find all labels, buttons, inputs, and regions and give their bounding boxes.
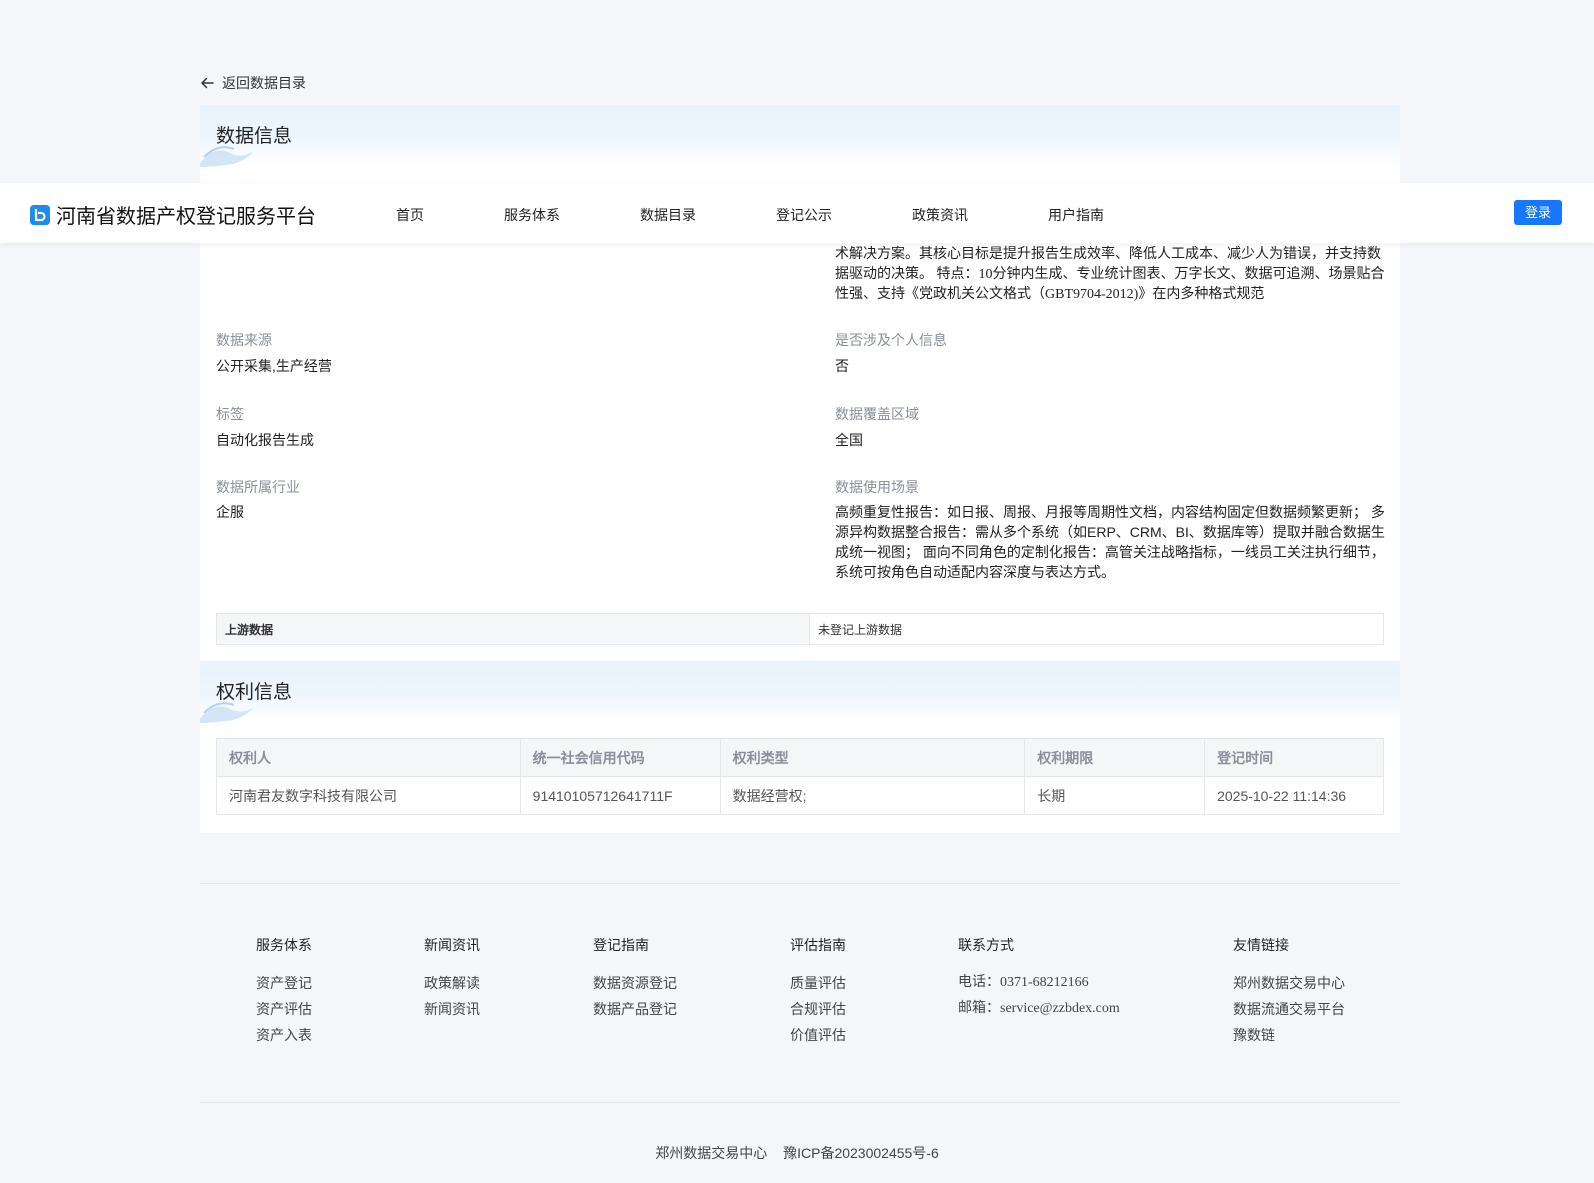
registered-at-cell: 2025-10-22 11:14:36 <box>1204 776 1384 815</box>
footer-heading: 登记指南 <box>593 937 649 953</box>
footer-link[interactable]: 数据流通交易平台 <box>1233 999 1345 1019</box>
logo-icon <box>30 204 50 225</box>
credit-code-cell: 91410105712641711F <box>519 776 721 815</box>
data-info-header: 数据信息 <box>200 105 1400 167</box>
footer-link[interactable]: 数据资源登记 <box>593 973 677 993</box>
contact-email[interactable]: 邮箱：service@zzbdex.com <box>958 999 1120 1019</box>
footer-link[interactable]: 豫数链 <box>1233 1025 1345 1045</box>
holder-cell: 河南君友数字科技有限公司 <box>216 776 521 815</box>
footer-link[interactable]: 资产入表 <box>256 1025 312 1045</box>
column-header-registered-at: 登记时间 <box>1204 738 1384 777</box>
tags-value: 自动化报告生成 <box>216 432 314 448</box>
column-header-right-type: 权利类型 <box>719 738 1026 777</box>
table-row: 河南君友数字科技有限公司 91410105712641711F 数据经营权; 长… <box>216 776 1384 815</box>
personal-info-value: 否 <box>835 358 849 374</box>
footer-heading: 联系方式 <box>958 937 1014 953</box>
footer-link[interactable]: 政策解读 <box>424 973 480 993</box>
footer-link[interactable]: 资产登记 <box>256 973 312 993</box>
source-label: 数据来源 <box>216 332 272 348</box>
nav-registration-notice[interactable]: 登记公示 <box>776 205 832 225</box>
footer-link[interactable]: 资产评估 <box>256 999 312 1019</box>
column-header-credit-code: 统一社会信用代码 <box>519 738 721 777</box>
footer-col-registration-guide: 登记指南 数据资源登记 数据产品登记 <box>593 935 677 1025</box>
nav-services[interactable]: 服务体系 <box>504 205 560 225</box>
footer-heading: 新闻资讯 <box>424 937 480 953</box>
footer-divider-bottom <box>200 1102 1400 1103</box>
top-navbar: 河南省数据产权登记服务平台 首页 服务体系 数据目录 登记公示 政策资讯 用户指… <box>0 183 1594 243</box>
source-value: 公开采集,生产经营 <box>216 358 332 374</box>
coverage-value: 全国 <box>835 432 863 448</box>
footer-link[interactable]: 质量评估 <box>790 973 846 993</box>
description-value: 术解决方案。其核心目标是提升报告生成效率、降低人工成本、减少人为错误，并支持数据… <box>835 247 1385 302</box>
scenario-value: 高频重复性报告：如日报、周报、月报等周期性文档，内容结构固定但数据频繁更新； 多… <box>835 504 1385 580</box>
personal-info-label: 是否涉及个人信息 <box>835 332 947 348</box>
footer-link[interactable]: 新闻资讯 <box>424 999 480 1019</box>
footer-heading: 友情链接 <box>1233 937 1289 953</box>
column-header-term: 权利期限 <box>1024 738 1206 777</box>
footer-divider-top <box>200 883 1400 884</box>
nav-policy-news[interactable]: 政策资讯 <box>912 205 968 225</box>
site-logo[interactable]: 河南省数据产权登记服务平台 <box>30 200 316 229</box>
footer-link[interactable]: 价值评估 <box>790 1025 846 1045</box>
column-header-holder: 权利人 <box>216 738 521 777</box>
nav-data-catalog[interactable]: 数据目录 <box>640 205 696 225</box>
term-cell: 长期 <box>1024 776 1206 815</box>
back-to-catalog-link[interactable]: 返回数据目录 <box>200 73 306 93</box>
nav-home[interactable]: 首页 <box>396 205 424 225</box>
right-type-cell: 数据经营权; <box>719 776 1026 815</box>
footer-link[interactable]: 合规评估 <box>790 999 846 1019</box>
site-title: 河南省数据产权登记服务平台 <box>56 206 316 228</box>
footer-org: 郑州数据交易中心 <box>655 1145 768 1161</box>
nav-user-guide[interactable]: 用户指南 <box>1048 205 1104 225</box>
upstream-value: 未登记上游数据 <box>818 622 903 637</box>
footer-col-evaluation-guide: 评估指南 质量评估 合规评估 价值评估 <box>790 935 846 1051</box>
footer-col-friend-links: 友情链接 郑州数据交易中心 数据流通交易平台 豫数链 <box>1233 935 1345 1051</box>
footer-icp[interactable]: 豫ICP备2023002455号-6 <box>783 1145 939 1161</box>
arrow-left-icon <box>200 76 214 90</box>
contact-phone: 电话：0371-68212166 <box>958 975 1089 990</box>
footer-col-services: 服务体系 资产登记 资产评估 资产入表 <box>256 935 312 1051</box>
rights-info-header: 权利信息 <box>200 661 1400 723</box>
scenario-label: 数据使用场景 <box>835 479 919 495</box>
footer-link[interactable]: 数据产品登记 <box>593 999 677 1019</box>
footer-heading: 评估指南 <box>790 937 846 953</box>
login-button[interactable]: 登录 <box>1514 200 1562 225</box>
industry-label: 数据所属行业 <box>216 479 300 495</box>
footer-col-contact: 联系方式 电话：0371-68212166 邮箱：service@zzbdex.… <box>958 935 1120 1025</box>
footer-heading: 服务体系 <box>256 937 312 953</box>
upstream-data-table: 上游数据 未登记上游数据 <box>216 613 1384 645</box>
coverage-label: 数据覆盖区域 <box>835 406 919 422</box>
rights-info-title: 权利信息 <box>216 682 293 703</box>
footer-col-news: 新闻资讯 政策解读 新闻资讯 <box>424 935 480 1025</box>
rights-table-header-row: 权利人 统一社会信用代码 权利类型 权利期限 登记时间 <box>216 738 1384 777</box>
upstream-label: 上游数据 <box>217 614 810 644</box>
data-info-title: 数据信息 <box>216 126 293 147</box>
footer-copyright: 郑州数据交易中心 豫ICP备2023002455号-6 <box>0 1143 1594 1163</box>
rights-table: 权利人 统一社会信用代码 权利类型 权利期限 登记时间 河南君友数字科技有限公司… <box>216 738 1384 815</box>
tags-label: 标签 <box>216 406 244 422</box>
footer-link[interactable]: 郑州数据交易中心 <box>1233 973 1345 993</box>
industry-value: 企服 <box>216 504 244 520</box>
back-link-label: 返回数据目录 <box>222 75 306 91</box>
